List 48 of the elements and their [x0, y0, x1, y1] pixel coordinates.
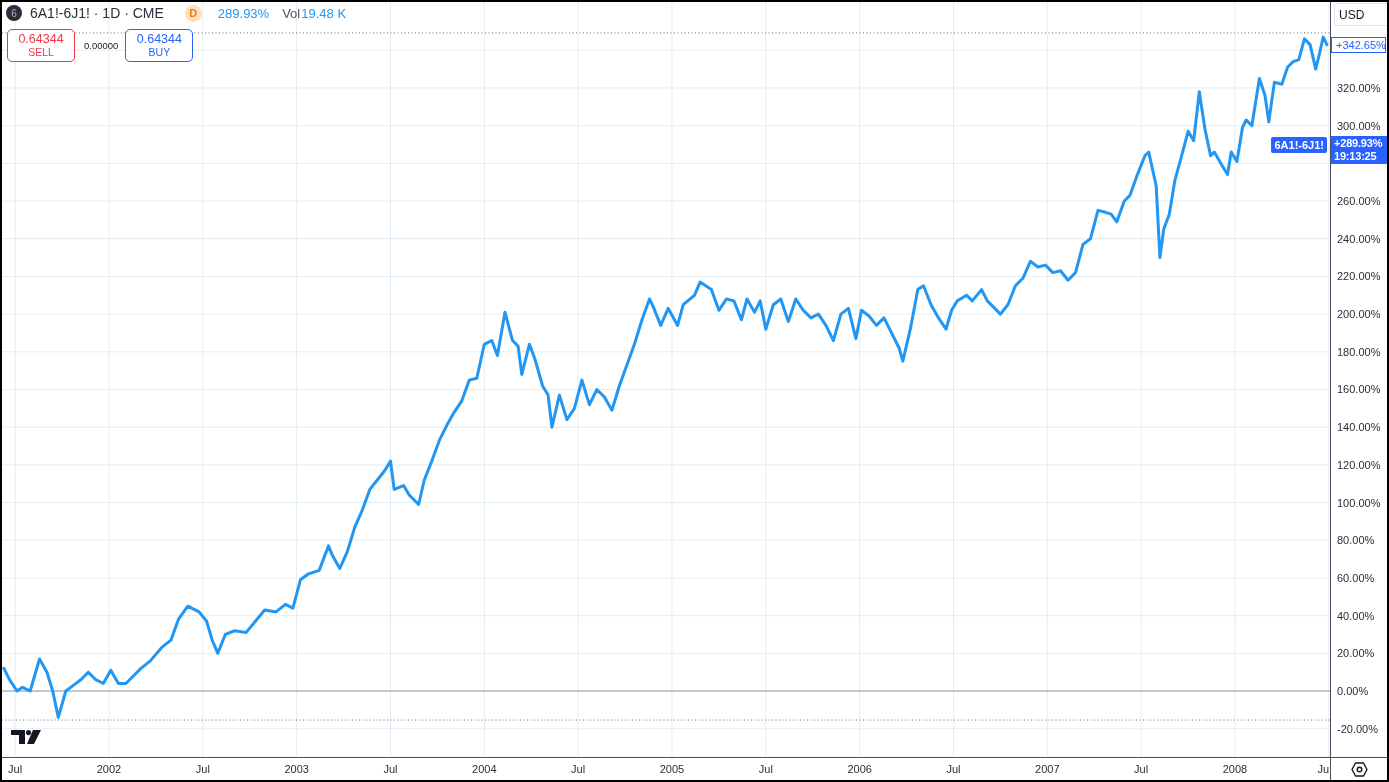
price-axis-label: -20.00%	[1337, 721, 1378, 736]
settings-icon	[1350, 761, 1368, 777]
time-axis-label: 2005	[659, 762, 685, 776]
symbol-badge: 6	[6, 5, 22, 21]
settings-button[interactable]	[1348, 759, 1370, 779]
price-axis-label: 300.00%	[1337, 118, 1381, 133]
currency-button[interactable]: USD	[1334, 3, 1387, 26]
price-axis-label: 20.00%	[1337, 646, 1375, 661]
time-axis-label: 2003	[284, 762, 309, 776]
price-axis-label: 140.00%	[1337, 420, 1381, 435]
volume-label: Vol	[282, 5, 301, 21]
price-axis-label: 0.00%	[1337, 684, 1369, 699]
volume-value: 19.48 K	[301, 5, 347, 21]
price-axis-label: 200.00%	[1337, 307, 1381, 322]
price-axis-label: 80.00%	[1337, 533, 1375, 548]
price-axis-label: 100.00%	[1337, 495, 1381, 510]
time-axis-label: Jul	[8, 762, 23, 776]
buy-button[interactable]: 0.64344 BUY	[125, 29, 194, 62]
price-axis-label: 260.00%	[1337, 194, 1381, 208]
price-axis-label: 120.00%	[1337, 457, 1381, 472]
time-axis-label: Jul	[195, 762, 210, 776]
change-value: 289.93%	[217, 5, 270, 21]
time-axis-label: Jul	[383, 762, 398, 776]
spread-value: 0.00000	[84, 40, 119, 51]
last-value-label: +289.93%	[1334, 137, 1383, 150]
time-axis-label: Jul	[571, 762, 586, 776]
time-axis-label: Jul	[1134, 762, 1149, 776]
price-axis-label: 240.00%	[1337, 231, 1381, 246]
price-axis-label: 60.00%	[1337, 570, 1375, 585]
time-axis-label: 2007	[1035, 762, 1060, 776]
time-axis-label: Jul	[758, 762, 773, 776]
time-axis-label: 2002	[96, 762, 122, 776]
time-axis-label: Jul	[946, 762, 961, 776]
time-axis-label: 2008	[1222, 762, 1248, 776]
symbol-title[interactable]: 6A1!-6J1! · 1D · CME	[30, 5, 164, 21]
price-axis-label: 40.00%	[1337, 608, 1375, 623]
time-axis-label: Ju	[1317, 762, 1329, 776]
price-axis-label: 220.00%	[1337, 269, 1381, 284]
price-axis-label: 180.00%	[1337, 344, 1381, 359]
series-name-tag: 6A1!-6J1!	[1271, 137, 1327, 153]
time-axis-label: 2004	[472, 762, 497, 776]
logo-icon[interactable]	[11, 730, 41, 744]
time-axis-label: 2006	[847, 762, 872, 776]
countdown-label: 19:13:25	[1334, 150, 1377, 163]
price-axis-label: 320.00%	[1337, 80, 1381, 95]
last-value-marker: +342.65%	[1331, 36, 1386, 53]
sell-button[interactable]: 0.64344 SELL	[7, 29, 75, 62]
price-axis-label: 160.00%	[1337, 382, 1381, 397]
